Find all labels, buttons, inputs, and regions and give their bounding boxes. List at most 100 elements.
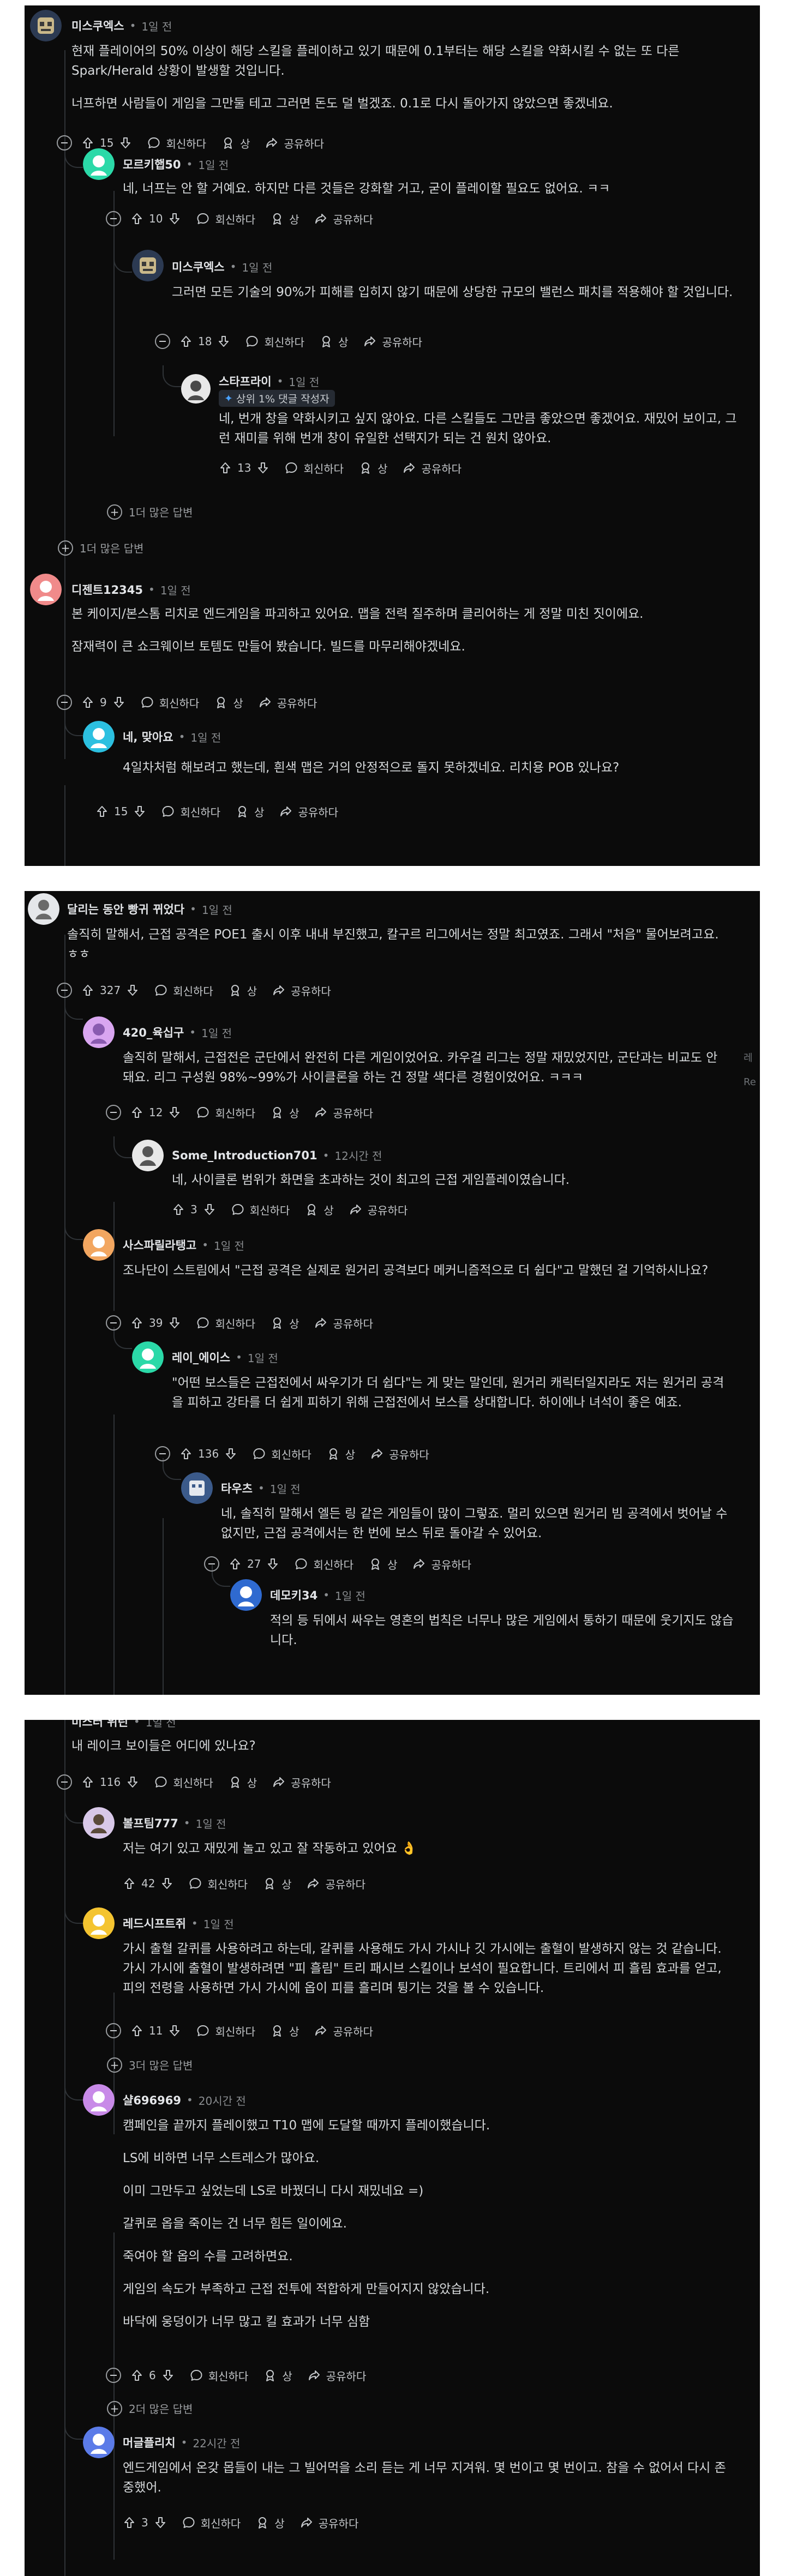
award-button[interactable]: 상: [263, 1876, 291, 1892]
share-button[interactable]: 공유하다: [412, 1556, 471, 1572]
timestamp[interactable]: 1일 전: [203, 1916, 234, 1931]
reply-button[interactable]: 회신하다: [196, 1315, 255, 1331]
downvote-icon[interactable]: [119, 136, 132, 149]
collapse-thread-button[interactable]: [155, 1446, 170, 1461]
username[interactable]: 데모키34: [270, 1587, 317, 1603]
avatar[interactable]: [30, 10, 62, 41]
reply-button[interactable]: 회신하다: [196, 1105, 255, 1121]
upvote-icon[interactable]: [81, 1775, 94, 1789]
username[interactable]: 레드시프트쥐: [123, 1915, 186, 1931]
reply-button[interactable]: 회신하다: [154, 983, 213, 998]
share-button[interactable]: 공유하다: [300, 2515, 358, 2531]
username[interactable]: 420_육십구: [123, 1024, 184, 1040]
username[interactable]: 머글플리치: [123, 2434, 176, 2451]
timestamp[interactable]: 1일 전: [335, 1587, 365, 1603]
collapse-thread-button[interactable]: [106, 2368, 121, 2383]
reply-button[interactable]: 회신하다: [196, 2023, 255, 2039]
timestamp[interactable]: 1일 전: [146, 1720, 176, 1730]
timestamp[interactable]: 1일 전: [141, 18, 172, 34]
avatar[interactable]: [83, 2427, 115, 2458]
collapse-thread-button[interactable]: [106, 1315, 121, 1331]
avatar[interactable]: [181, 1472, 213, 1504]
more-replies-link[interactable]: + 3더 많은 답변: [107, 2057, 193, 2073]
username[interactable]: 타우츠: [221, 1480, 253, 1496]
downvote-icon[interactable]: [133, 805, 146, 818]
thread-line[interactable]: [113, 1202, 115, 1311]
avatar[interactable]: [83, 1229, 115, 1261]
avatar[interactable]: [181, 374, 211, 404]
username[interactable]: 모르키햅50: [123, 156, 181, 172]
avatar[interactable]: [132, 1341, 164, 1373]
collapse-thread-button[interactable]: [106, 1105, 121, 1120]
timestamp[interactable]: 1일 전: [214, 1237, 244, 1253]
award-button[interactable]: 상: [271, 2023, 299, 2039]
upvote-icon[interactable]: [123, 2516, 136, 2529]
username[interactable]: 미스터 위린: [71, 1720, 128, 1730]
username[interactable]: 미스쿠엑스: [172, 258, 225, 275]
avatar[interactable]: [132, 250, 164, 281]
share-button[interactable]: 공유하다: [314, 1105, 373, 1121]
username[interactable]: 사스파릴라탱고: [123, 1237, 196, 1253]
avatar[interactable]: [83, 2084, 115, 2116]
avatar[interactable]: [83, 721, 115, 753]
upvote-icon[interactable]: [81, 136, 94, 149]
share-button[interactable]: 공유하다: [403, 460, 462, 476]
share-button[interactable]: 공유하다: [349, 1202, 408, 1218]
timestamp[interactable]: 1일 전: [289, 374, 319, 389]
downvote-icon[interactable]: [112, 696, 125, 709]
downvote-icon[interactable]: [203, 1203, 216, 1216]
award-button[interactable]: 상: [359, 460, 387, 476]
award-button[interactable]: 상: [327, 1446, 355, 1462]
username[interactable]: 샬696969: [123, 2092, 181, 2108]
username[interactable]: 스타프라이: [219, 373, 272, 389]
timestamp[interactable]: 1일 전: [190, 729, 221, 745]
downvote-icon[interactable]: [168, 1316, 181, 1329]
timestamp[interactable]: 1일 전: [160, 582, 191, 598]
upvote-icon[interactable]: [172, 1203, 185, 1216]
share-button[interactable]: 공유하다: [363, 334, 422, 350]
reply-button[interactable]: 회신하다: [245, 334, 304, 350]
downvote-icon[interactable]: [168, 1106, 181, 1119]
downvote-icon[interactable]: [256, 461, 269, 474]
share-button[interactable]: 공유하다: [272, 1774, 331, 1790]
upvote-icon[interactable]: [130, 1106, 143, 1119]
downvote-icon[interactable]: [161, 2369, 175, 2382]
award-button[interactable]: 상: [369, 1556, 397, 1572]
upvote-icon[interactable]: [130, 2369, 143, 2382]
thread-line[interactable]: [64, 785, 65, 866]
collapse-thread-button[interactable]: [57, 983, 72, 998]
reply-button[interactable]: 회신하다: [190, 2368, 248, 2384]
username[interactable]: 네, 맞아요: [123, 729, 173, 745]
username[interactable]: Some_Introduction701: [172, 1149, 317, 1162]
avatar[interactable]: [83, 1907, 115, 1939]
reply-button[interactable]: 회신하다: [231, 1202, 290, 1218]
upvote-icon[interactable]: [81, 984, 94, 997]
upvote-icon[interactable]: [95, 805, 109, 818]
reply-button[interactable]: 회신하다: [189, 1876, 248, 1892]
timestamp[interactable]: 20시간 전: [199, 2092, 246, 2108]
upvote-icon[interactable]: [219, 461, 232, 474]
avatar[interactable]: [83, 148, 115, 180]
share-button[interactable]: 공유하다: [279, 804, 338, 820]
collapse-thread-button[interactable]: [106, 211, 121, 226]
timestamp[interactable]: 22시간 전: [193, 2435, 240, 2451]
timestamp[interactable]: 1일 전: [242, 259, 272, 275]
reply-button[interactable]: 회신하다: [141, 695, 199, 711]
username[interactable]: 미스쿠엑스: [71, 17, 124, 34]
collapse-thread-button[interactable]: [204, 1556, 219, 1572]
thread-line[interactable]: [163, 1518, 164, 1695]
reply-button[interactable]: 회신하다: [295, 1556, 353, 1572]
award-button[interactable]: 상: [271, 211, 299, 227]
award-button[interactable]: 상: [214, 695, 243, 711]
reply-button[interactable]: 회신하다: [161, 804, 220, 820]
award-button[interactable]: 상: [263, 2368, 292, 2384]
collapse-thread-button[interactable]: [106, 2023, 121, 2038]
downvote-icon[interactable]: [168, 2024, 181, 2037]
thread-line[interactable]: [113, 191, 115, 436]
upvote-icon[interactable]: [130, 2024, 143, 2037]
reply-button[interactable]: 회신하다: [196, 211, 255, 227]
downvote-icon[interactable]: [266, 1557, 279, 1570]
upvote-icon[interactable]: [123, 1877, 136, 1890]
award-button[interactable]: 상: [256, 2515, 285, 2531]
timestamp[interactable]: 1일 전: [198, 157, 229, 172]
